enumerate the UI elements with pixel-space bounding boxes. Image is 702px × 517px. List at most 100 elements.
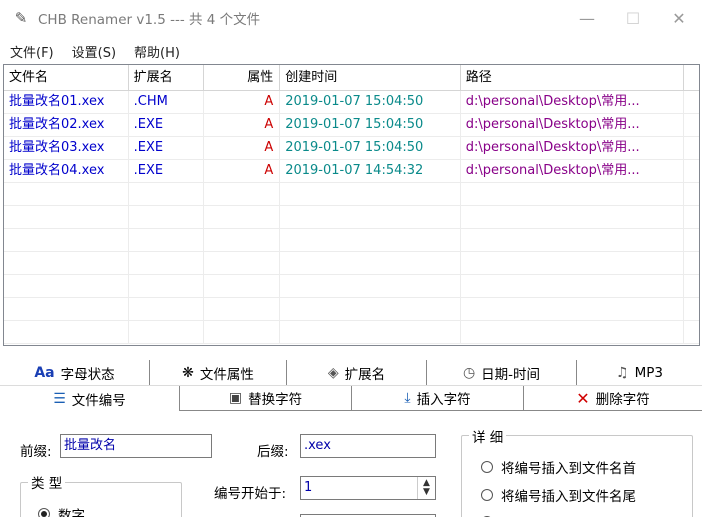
empty-row <box>4 252 699 275</box>
radio-insert-at-start[interactable]: 将编号插入到文件名首 <box>481 457 636 477</box>
column-header-filler <box>684 65 699 90</box>
suffix-label: 后缀: <box>257 444 289 460</box>
delete-icon: ✕ <box>576 388 590 408</box>
tab-label: 文件属性 <box>199 366 254 383</box>
cell-attribute: A <box>204 160 281 182</box>
cell-created: 2019-01-07 15:04:50 <box>280 114 461 136</box>
attributes-icon: ❋ <box>182 364 194 381</box>
cell-created: 2019-01-07 15:04:50 <box>280 91 461 113</box>
cell-attribute: A <box>204 137 281 159</box>
menu-settings[interactable]: 设置(S) <box>62 42 124 61</box>
cell-filler <box>684 137 699 159</box>
cell-path: d:\personal\Desktop\常用... <box>461 91 685 113</box>
cell-filler <box>684 114 699 136</box>
list-header: 文件名 扩展名 属性 创建时间 路径 <box>4 65 699 91</box>
type-group-title: 类 型 <box>28 472 66 492</box>
file-list[interactable]: 文件名 扩展名 属性 创建时间 路径 批量改名01.xex .CHM A 201… <box>3 64 700 346</box>
tab-replace-chars[interactable]: ▣ 替换字符 <box>180 386 352 411</box>
cell-extension: .EXE <box>129 137 205 159</box>
window-controls: — ☐ ✕ <box>564 0 702 36</box>
cell-filler <box>684 160 699 182</box>
start-number-input[interactable]: 1 ▲ ▼ <box>300 476 436 500</box>
column-header-created[interactable]: 创建时间 <box>280 65 461 90</box>
suffix-input[interactable]: .xex <box>300 434 436 458</box>
table-row[interactable]: 批量改名01.xex .CHM A 2019-01-07 15:04:50 d:… <box>4 91 699 114</box>
letter-case-icon: Aa <box>34 364 55 381</box>
cell-path: d:\personal\Desktop\常用... <box>461 160 685 182</box>
title-bar: ✎ CHB Renamer v1.5 --- 共 4 个文件 — ☐ ✕ <box>0 0 702 36</box>
cell-attribute: A <box>204 91 281 113</box>
minimize-button[interactable]: — <box>564 0 610 36</box>
start-number-label: 编号开始于: <box>214 486 287 502</box>
tab-label: MP3 <box>634 364 663 381</box>
cell-path: d:\personal\Desktop\常用... <box>461 114 685 136</box>
cell-name: 批量改名01.xex <box>4 91 129 113</box>
app-icon: ✎ <box>14 9 28 27</box>
tab-label: 文件编号 <box>71 392 126 409</box>
numbered-list-icon: ☰ <box>53 390 66 407</box>
radio-none[interactable]: 无 <box>481 512 515 517</box>
cell-name: 批量改名02.xex <box>4 114 129 136</box>
empty-row <box>4 183 699 206</box>
cell-name: 批量改名04.xex <box>4 160 129 182</box>
tab-row-top: Aa 字母状态 ❋ 文件属性 ◈ 扩展名 ◷ 日期-时间 ♫ MP3 <box>0 360 702 385</box>
radio-indicator <box>481 461 493 473</box>
cell-created: 2019-01-07 15:04:50 <box>280 137 461 159</box>
radio-indicator <box>481 489 493 501</box>
cell-extension: .CHM <box>129 91 205 113</box>
radio-insert-at-end[interactable]: 将编号插入到文件名尾 <box>481 485 636 505</box>
tab-label: 扩展名 <box>344 366 386 383</box>
radio-label: 无 <box>501 512 515 517</box>
radio-label: 数字 <box>58 508 85 517</box>
replace-icon: ▣ <box>228 390 243 406</box>
radio-indicator <box>38 508 50 517</box>
tab-label: 插入字符 <box>416 392 471 408</box>
cell-extension: .EXE <box>129 114 205 136</box>
tab-label: 删除字符 <box>595 392 650 408</box>
close-button[interactable]: ✕ <box>656 0 702 36</box>
cell-path: d:\personal\Desktop\常用... <box>461 137 685 159</box>
table-row[interactable]: 批量改名03.xex .EXE A 2019-01-07 15:04:50 d:… <box>4 137 699 160</box>
spin-down-icon[interactable]: ▼ <box>423 488 430 497</box>
empty-row <box>4 298 699 321</box>
empty-row <box>4 275 699 298</box>
window-title: CHB Renamer v1.5 --- 共 4 个文件 <box>38 12 261 28</box>
tab-label: 替换字符 <box>248 392 303 408</box>
tab-insert-chars[interactable]: ⤓ 插入字符 <box>352 386 524 411</box>
maximize-button[interactable]: ☐ <box>610 0 656 36</box>
column-header-extension[interactable]: 扩展名 <box>129 65 205 90</box>
menu-bar: 文件(F) 设置(S) 帮助(H) <box>0 40 188 62</box>
extension-icon: ◈ <box>327 364 339 381</box>
empty-row <box>4 321 699 344</box>
table-row[interactable]: 批量改名02.xex .EXE A 2019-01-07 15:04:50 d:… <box>4 114 699 137</box>
type-radio-number[interactable]: 数字 <box>38 504 85 517</box>
tab-row-bottom: ☰ 文件编号 ▣ 替换字符 ⤓ 插入字符 ✕ 删除字符 <box>0 386 702 411</box>
table-row[interactable]: 批量改名04.xex .EXE A 2019-01-07 14:54:32 d:… <box>4 160 699 183</box>
tab-label: 日期-时间 <box>481 366 541 383</box>
tab-file-numbering[interactable]: ☰ 文件编号 <box>0 386 180 411</box>
cell-created: 2019-01-07 14:54:32 <box>280 160 461 182</box>
clock-icon: ◷ <box>462 364 476 381</box>
column-header-name[interactable]: 文件名 <box>4 65 129 90</box>
tab-file-attributes[interactable]: ❋ 文件属性 <box>150 360 287 385</box>
tab-letter-case[interactable]: Aa 字母状态 <box>0 360 150 385</box>
start-number-value: 1 <box>304 480 313 495</box>
tab-extension[interactable]: ◈ 扩展名 <box>287 360 427 385</box>
tab-date-time[interactable]: ◷ 日期-时间 <box>427 360 577 385</box>
radio-label: 将编号插入到文件名首 <box>501 461 636 477</box>
cell-filler <box>684 91 699 113</box>
music-icon: ♫ <box>616 364 629 381</box>
numbering-panel: 前缀: 批量改名 后缀: .xex 类 型 数字 编号开始于: 1 ▲ ▼ 详 … <box>0 412 702 517</box>
prefix-label: 前缀: <box>20 444 52 460</box>
tab-label: 字母状态 <box>60 366 115 383</box>
column-header-attribute[interactable]: 属性 <box>204 65 281 90</box>
spin-buttons[interactable]: ▲ ▼ <box>417 477 435 499</box>
menu-file[interactable]: 文件(F) <box>0 42 62 61</box>
cell-extension: .EXE <box>129 160 205 182</box>
tab-mp3[interactable]: ♫ MP3 <box>577 360 702 385</box>
prefix-input[interactable]: 批量改名 <box>60 434 212 458</box>
menu-help[interactable]: 帮助(H) <box>124 42 188 61</box>
cell-name: 批量改名03.xex <box>4 137 129 159</box>
column-header-path[interactable]: 路径 <box>461 65 685 90</box>
tab-delete-chars[interactable]: ✕ 删除字符 <box>524 386 702 411</box>
